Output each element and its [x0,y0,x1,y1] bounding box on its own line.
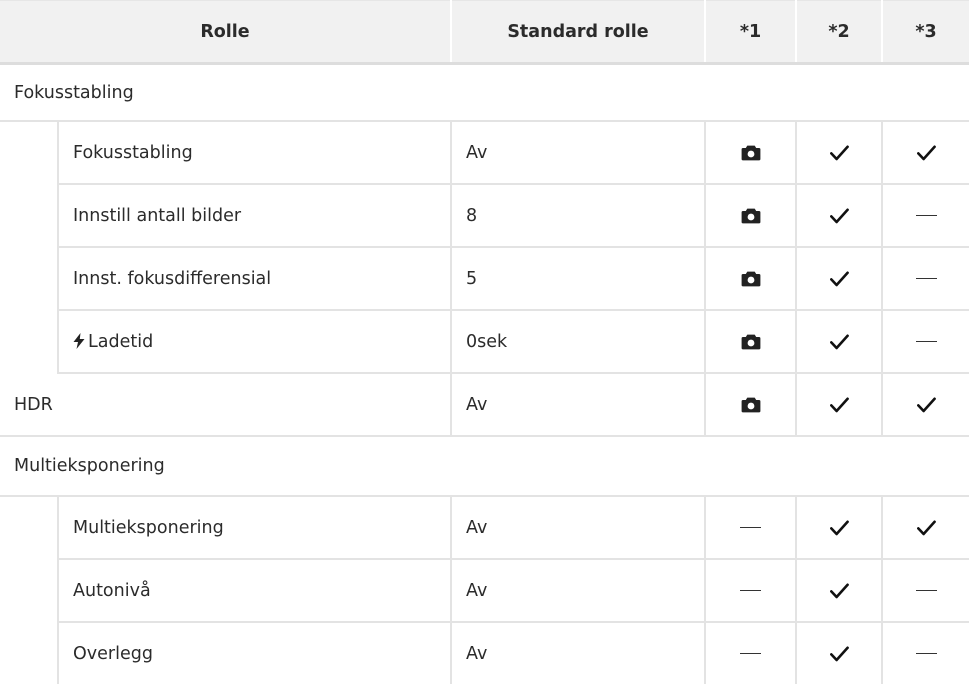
dash-icon [915,214,937,217]
camera-icon [741,207,761,224]
header-note-2: *2 [795,0,882,65]
checkmark-icon [829,271,849,287]
indent-spacer [0,496,58,684]
cell-note-3 [881,310,969,374]
checkmark-icon [829,646,849,662]
flash-icon [73,332,85,349]
checkmark-icon [829,208,849,224]
row-value: 5 [450,247,705,311]
header-role: Rolle [0,0,451,65]
cell-note-1 [704,247,796,311]
cell-note-3 [881,496,969,560]
cell-note-1 [704,184,796,248]
group-row-focus-stacking: Fokusstabling [0,63,969,122]
cell-note-2 [795,247,882,311]
cell-note-3 [881,622,969,684]
dash-icon [915,652,937,655]
cell-note-2 [795,559,882,623]
dash-icon [915,277,937,280]
checkmark-icon [829,583,849,599]
cell-note-2 [795,373,882,437]
table-row-hdr: HDR Av [0,373,969,437]
row-label-cell: Ladetid [57,310,451,374]
group-row-multi-exposure: Multieksponering [0,436,969,497]
row-label: Multieksponering [57,496,451,560]
table-row: Fokusstabling Av [0,121,969,185]
row-label: Autonivå [57,559,451,623]
camera-icon [741,270,761,287]
checkmark-icon [916,397,936,413]
table-header-row: Rolle Standard rolle *1 *2 *3 [0,0,969,65]
dash-icon [740,652,761,655]
cell-note-3 [881,121,969,185]
settings-table: Rolle Standard rolle *1 *2 *3 Fokusstabl… [0,0,969,684]
cell-note-2 [795,121,882,185]
cell-note-1 [704,373,796,437]
dash-icon [740,589,761,592]
row-value: 0sek [450,310,705,374]
cell-note-1 [704,121,796,185]
header-default: Standard rolle [450,0,705,65]
row-value: Av [450,121,705,185]
row-value: Av [450,559,705,623]
table-row: Autonivå Av [0,559,969,623]
cell-note-2 [795,310,882,374]
header-note-1: *1 [704,0,796,65]
checkmark-icon [829,397,849,413]
row-label: HDR [0,373,451,437]
cell-note-3 [881,247,969,311]
dash-icon [915,340,937,343]
checkmark-icon [829,145,849,161]
row-label: Innstill antall bilder [57,184,451,248]
row-label: Ladetid [88,331,154,352]
dash-icon [740,526,761,529]
cell-note-2 [795,622,882,684]
table-row: Multieksponering Av [0,496,969,560]
cell-note-3 [881,184,969,248]
indent-spacer [0,121,58,373]
camera-icon [741,396,761,413]
checkmark-icon [916,145,936,161]
cell-note-1 [704,622,796,684]
row-value: 8 [450,184,705,248]
camera-icon [741,144,761,161]
row-label: Innst. fokusdifferensial [57,247,451,311]
header-note-3: *3 [881,0,969,65]
cell-note-3 [881,373,969,437]
group-label: Fokusstabling [0,63,969,122]
cell-note-1 [704,496,796,560]
cell-note-1 [704,310,796,374]
row-value: Av [450,373,705,437]
row-value: Av [450,622,705,684]
camera-icon [741,333,761,350]
cell-note-1 [704,559,796,623]
row-label: Overlegg [57,622,451,684]
dash-icon [915,589,937,592]
checkmark-icon [916,520,936,536]
cell-note-2 [795,496,882,560]
cell-note-3 [881,559,969,623]
cell-note-2 [795,184,882,248]
row-value: Av [450,496,705,560]
checkmark-icon [829,334,849,350]
table-row: Innst. fokusdifferensial 5 [0,247,969,311]
group-label: Multieksponering [0,436,969,497]
checkmark-icon [829,520,849,536]
table-row: Innstill antall bilder 8 [0,184,969,248]
table-row: Ladetid 0sek [0,310,969,374]
row-label: Fokusstabling [57,121,451,185]
table-row: Overlegg Av [0,622,969,684]
